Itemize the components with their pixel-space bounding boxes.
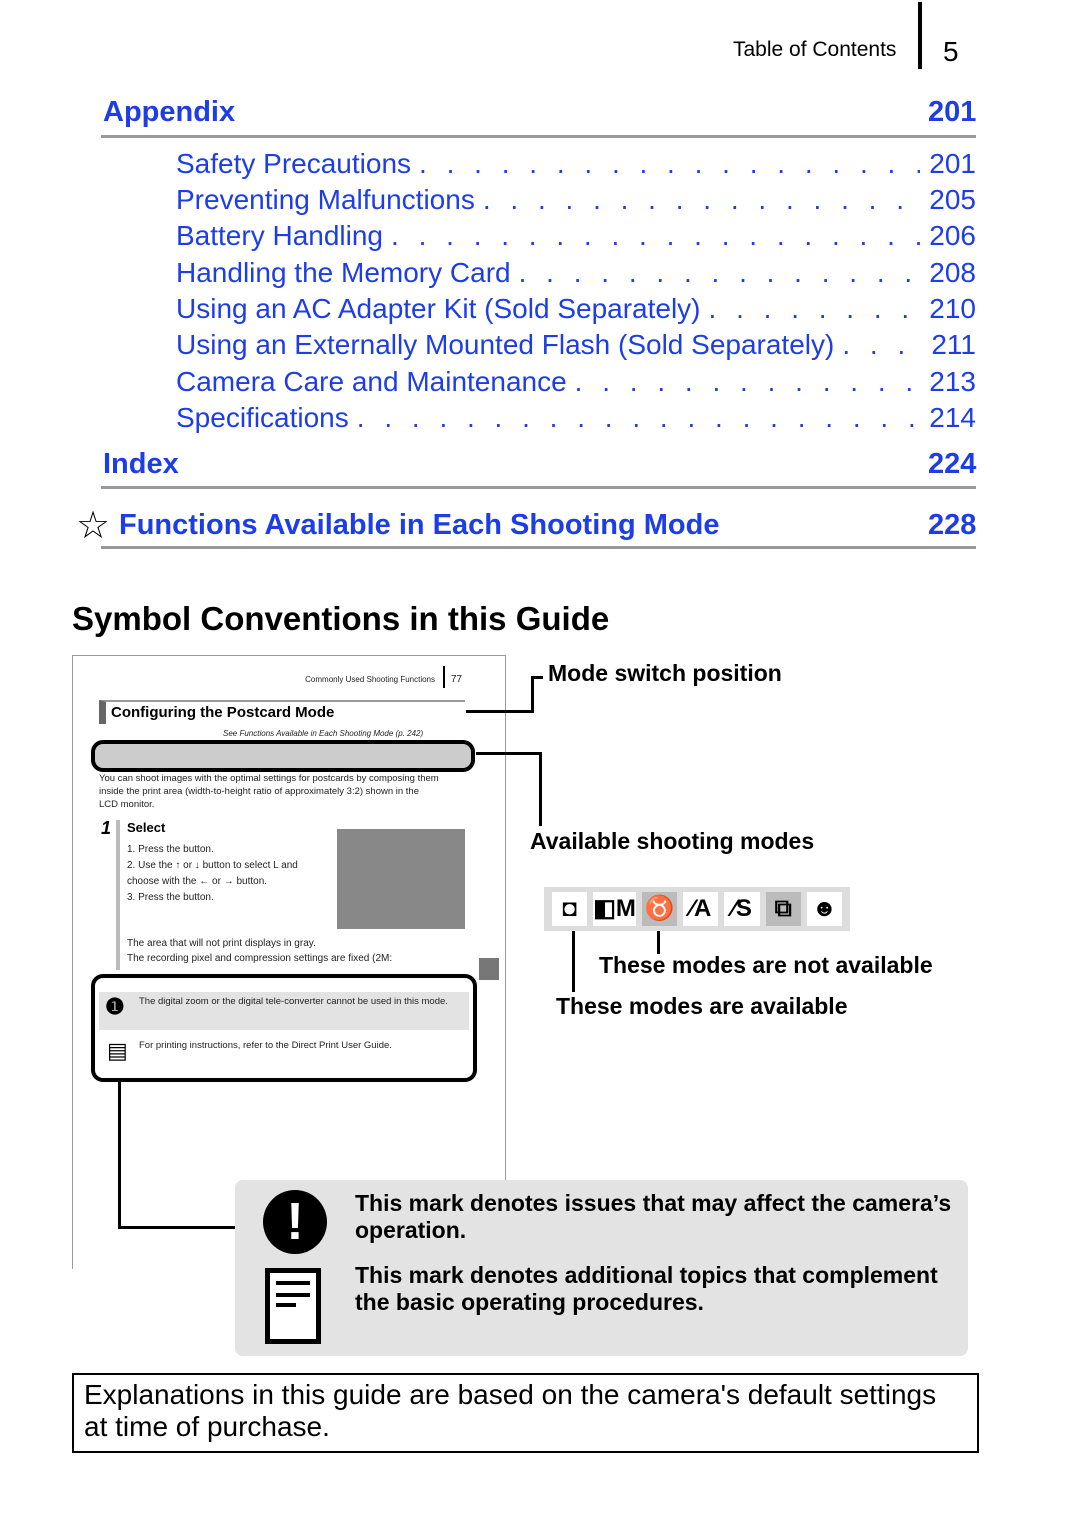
connector-line: [476, 752, 542, 755]
camera-auto-icon: ◘: [552, 892, 588, 926]
leader-dots: [519, 257, 920, 289]
connector-line: [531, 676, 534, 712]
toc-item[interactable]: Preventing Malfunctions 205: [176, 184, 976, 216]
sample-step-bar: [116, 820, 120, 970]
toc-item[interactable]: Specifications 214: [176, 402, 976, 434]
sample-bullet: The area that will not print displays in…: [127, 938, 316, 949]
sample-header: Commonly Used Shooting Functions: [305, 675, 435, 684]
sample-step-title: Select: [127, 820, 166, 835]
info-icon: ▤: [107, 1038, 128, 1063]
stitch-assist-icon: ⧉: [765, 892, 801, 926]
toc-index-page[interactable]: 224: [928, 448, 976, 481]
toc-item-page: 213: [929, 366, 976, 397]
sample-note-box: ❶ The digital zoom or the digital tele-c…: [91, 974, 477, 1082]
toc-item-label: Specifications: [176, 402, 349, 433]
sample-caution: The digital zoom or the digital tele-con…: [139, 996, 448, 1007]
toc-item-page: 208: [929, 257, 976, 288]
toc-item-label: Safety Precautions: [176, 148, 412, 179]
digital-macro-icon: ♉: [641, 892, 678, 926]
toc-functions[interactable]: Functions Available in Each Shooting Mod…: [119, 509, 719, 542]
toc-item[interactable]: Using an Externally Mounted Flash (Sold …: [176, 329, 976, 361]
toc-item[interactable]: Handling the Memory Card 208: [176, 257, 976, 289]
divider: [101, 135, 976, 138]
sample-lcd-image: [337, 829, 465, 929]
toc-appendix[interactable]: Appendix: [103, 96, 235, 129]
sample-step-number: 1: [101, 818, 112, 838]
sample-page: Commonly Used Shooting Functions 77 Conf…: [72, 655, 506, 1269]
callout-available: These modes are available: [556, 993, 848, 1019]
color-swap-icon: ⁄S: [724, 892, 760, 926]
toc-item[interactable]: Battery Handling 206: [176, 220, 976, 252]
section-title: Symbol Conventions in this Guide: [72, 600, 610, 637]
toc-item-page: 210: [929, 293, 976, 324]
toc-item-label: Preventing Malfunctions: [176, 184, 475, 215]
toc-item-label: Handling the Memory Card: [176, 257, 511, 288]
toc-item-label: Battery Handling: [176, 220, 384, 251]
caution-note: This mark denotes issues that may affect…: [355, 1190, 952, 1243]
camera-manual-icon: ◧M: [593, 892, 636, 926]
leader-dots: [357, 402, 920, 434]
callout-mode-switch: Mode switch position: [548, 660, 782, 686]
caution-icon: ❶: [105, 994, 125, 1019]
footer-note: Explanations in this guide are based on …: [72, 1373, 979, 1453]
header-section: Table of Contents: [733, 38, 897, 61]
connector-line: [572, 928, 575, 992]
toc-item[interactable]: Using an AC Adapter Kit (Sold Separately…: [176, 293, 976, 325]
sample-ref: See Functions Available in Each Shooting…: [223, 729, 424, 738]
sample-page-number: 77: [451, 674, 463, 685]
sample-tab: [479, 958, 499, 980]
sample-mode-strip: [91, 740, 475, 772]
toc-appendix-page[interactable]: 201: [928, 96, 976, 129]
connector-line: [531, 676, 543, 679]
sample-title: Configuring the Postcard Mode: [99, 700, 465, 724]
divider: [101, 486, 976, 489]
sample-intro: You can shoot images with the optimal se…: [99, 773, 439, 810]
toc-index[interactable]: Index: [103, 448, 179, 481]
toc-item-label: Camera Care and Maintenance: [176, 366, 567, 397]
legend-box: ! This mark denotes issues that may affe…: [235, 1180, 968, 1356]
sample-divider: [443, 666, 445, 688]
star-icon: ☆: [76, 505, 111, 547]
toc-functions-page[interactable]: 228: [928, 509, 976, 542]
toc-item-label: Using an Externally Mounted Flash (Sold …: [176, 329, 835, 360]
color-accent-icon: ⁄A: [683, 892, 719, 926]
connector-line: [466, 710, 534, 713]
sample-step: 3. Press the button.: [127, 892, 214, 903]
toc-item-page: 206: [929, 220, 976, 251]
toc-item[interactable]: Safety Precautions 201: [176, 148, 976, 180]
info-note: This mark denotes additional topics that…: [355, 1262, 938, 1315]
leader-dots: [483, 184, 920, 216]
callout-not-available: These modes are not available: [599, 952, 933, 978]
toc-item-page: 205: [929, 184, 976, 215]
leader-dots: [842, 329, 920, 361]
header-divider: [918, 2, 922, 69]
connector-line: [539, 752, 542, 826]
sample-bullet: The recording pixel and compression sett…: [127, 953, 393, 964]
toc-item-page: 211: [931, 329, 976, 360]
caution-icon: !: [263, 1190, 327, 1254]
connector-line: [657, 928, 660, 954]
portrait-icon: ☻: [806, 892, 842, 926]
connector-line: [118, 1082, 121, 1228]
toc-item[interactable]: Camera Care and Maintenance 213: [176, 366, 976, 398]
leader-dots: [391, 220, 920, 252]
divider: [101, 546, 976, 549]
leader-dots: [575, 366, 920, 398]
connector-line: [118, 1226, 238, 1229]
mode-icons: ◘ ◧M ♉ ⁄A ⁄S ⧉ ☻: [544, 887, 850, 931]
info-icon: [265, 1268, 321, 1344]
sample-info: For printing instructions, refer to the …: [139, 1040, 392, 1051]
leader-dots: [709, 293, 920, 325]
sample-step: 2. Use the ↑ or ↓ button to select L and…: [127, 860, 298, 887]
toc-item-page: 214: [929, 402, 976, 433]
toc-item-label: Using an AC Adapter Kit (Sold Separately…: [176, 293, 701, 324]
leader-dots: [419, 148, 920, 180]
toc-item-page: 201: [929, 148, 976, 179]
callout-available-modes: Available shooting modes: [530, 828, 815, 854]
page-number: 5: [943, 36, 959, 67]
sample-step: 1. Press the button.: [127, 844, 214, 855]
